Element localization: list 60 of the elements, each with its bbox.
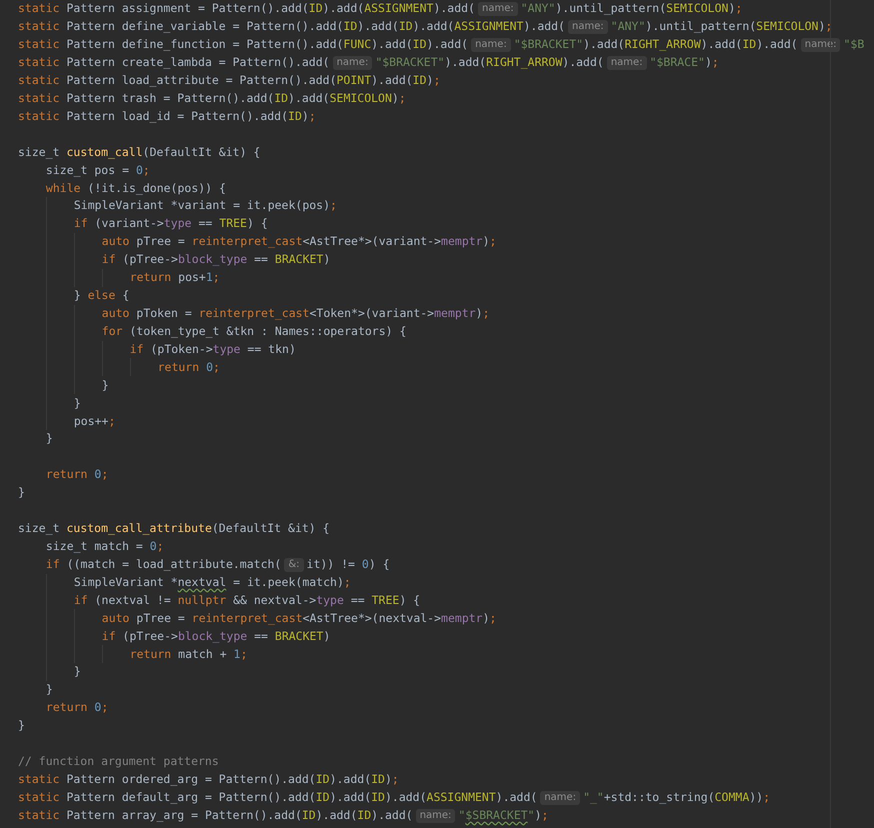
parameter-hint: name: [471,38,511,52]
code-text: } [18,717,25,734]
code-text: if (nextval != nullptr && nextval->type == TREE) { [74,592,420,609]
parameter-hint: name: [332,56,372,70]
code-text: } else { [74,287,130,304]
code-text: "ANY").until_pattern(SEMICOLON); [520,0,742,18]
code-text: return 0; [46,466,108,484]
code-text: static Pattern trash = Pattern().add(ID).add(SEMICOLON); [18,90,406,107]
code-text: } [18,484,25,502]
code-text: if (pTree->block_type == BRACKET) [102,251,330,268]
parameter-hint: name: [800,38,840,52]
code-text: static Pattern array_arg = Pattern().add(ID).add(ID).add( [18,806,413,824]
code-text: if ((match = load_attribute.match( [46,556,282,573]
code-text: static Pattern create_lambda = Pattern().add( [18,54,330,72]
code-text: size_t match = 0; [46,538,164,556]
code-text: } [74,663,81,680]
code-text: static Pattern ordered_arg = Pattern().add(ID).add(ID); [18,771,399,788]
code-text: while (!it.is_done(pos)) { [46,180,226,197]
parameter-hint: name: [606,56,647,70]
parameter-hint: name: [568,20,608,34]
parameter-hint: name: [540,790,580,805]
code-text: "$SBRACKET"); [458,806,548,824]
code-text: auto pTree = reinterpret_cast<AstTree*>(variant->memptr); [102,233,496,250]
parameter-hint: name: [478,2,518,16]
code-text: return 0; [158,358,220,376]
code-text: size_t custom_call(DefaultIt &it) { [18,144,260,161]
code-text: for (token_type_t &tkn : Names::operators) { [102,322,406,340]
code-text: size_t pos = 0; [46,162,150,179]
code-text: } [46,430,53,448]
parameter-hint: &: [284,558,304,572]
code-text: "$B [843,36,864,54]
code-text: it)) != 0) { [306,556,390,573]
code-text: return pos+1; [130,269,220,286]
code-text: } [74,394,81,412]
code-text: if (pToken->type == tkn) [130,340,296,358]
code-text: auto pToken = reinterpret_cast<Token*>(variant->memptr); [102,305,490,322]
code-text: static Pattern assignment = Pattern().add(ID).add(ASSIGNMENT).add( [18,0,475,18]
code-text: if (variant->type == TREE) { [74,215,268,232]
code-text: "ANY").until_pattern(SEMICOLON); [610,18,832,36]
code-comment: // function argument patterns [18,753,219,770]
code-text: static Pattern default_arg = Pattern().add(ID).add(ID).add(ASSIGNMENT).add( [18,788,538,806]
code-text: SimpleVariant *nextval = it.peek(match); [74,574,351,591]
code-text: SimpleVariant *variant = it.peek(pos); [74,197,337,214]
code-text: static Pattern define_function = Pattern().add(FUNC).add(ID).add( [18,36,468,54]
code-text: } [46,681,53,698]
code-text: if (pTree->block_type == BRACKET) [102,628,330,645]
code-text: } [102,376,109,394]
code-text: return 0; [46,699,108,716]
code-text: "$BRACE"); [650,54,719,72]
code-text: "_"+std::to_string(COMMA)); [583,788,770,806]
code-text: auto pTree = reinterpret_cast<AstTree*>(nextval->memptr); [102,610,496,627]
code-text: static Pattern load_attribute = Pattern().add(POINT).add(ID); [18,72,440,90]
code-text: pos++; [74,412,116,430]
parameter-hint: name: [416,808,456,822]
code-text: size_t custom_call_attribute(DefaultIt &it) { [18,520,330,538]
code-text: "$BRACKET").add(RIGHT_ARROW).add(ID).add( [514,36,798,54]
code-text: return match + 1; [130,646,248,663]
code-text: static Pattern define_variable = Pattern().add(ID).add(ID).add(ASSIGNMENT).add( [18,18,566,36]
code-text: "$BRACKET").add(RIGHT_ARROW).add( [375,54,604,72]
code-text: static Pattern load_id = Pattern().add(ID); [18,108,316,125]
